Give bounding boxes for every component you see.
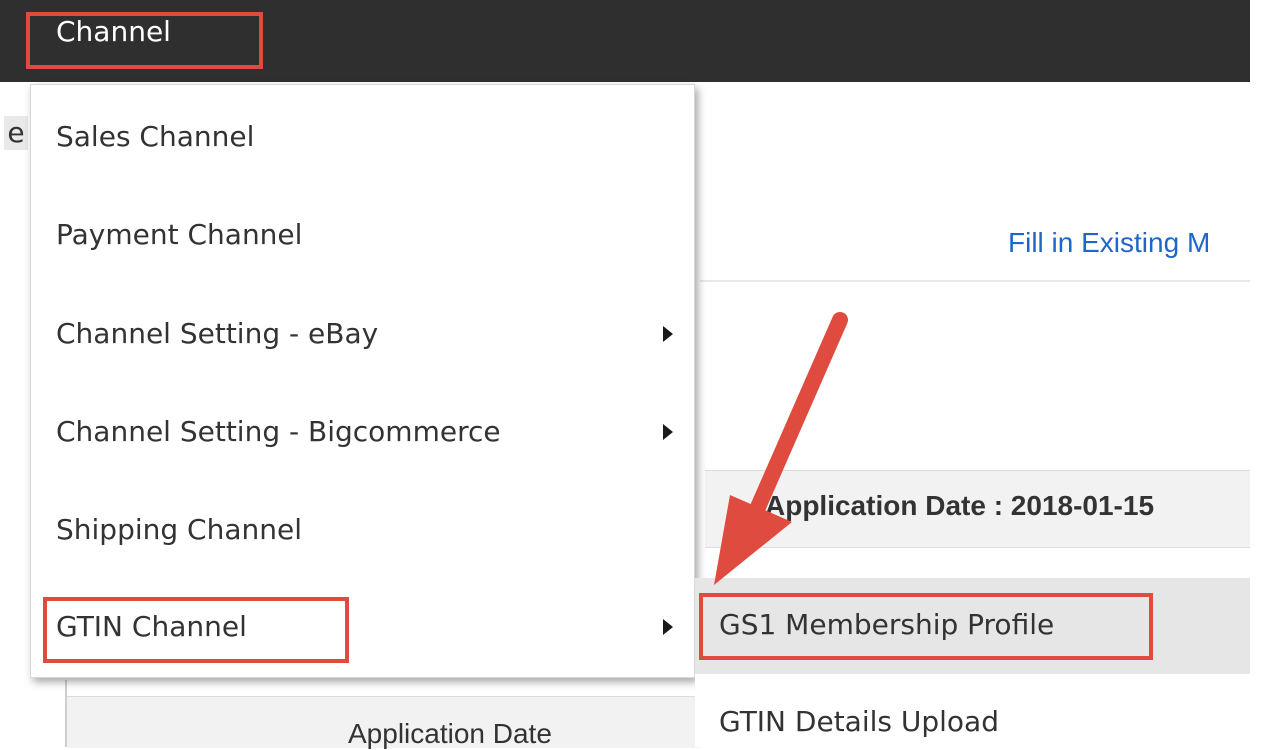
menu-item-channel-setting-ebay[interactable]: Channel Setting - eBay (56, 314, 378, 354)
annotation-arrow-icon (714, 312, 848, 585)
menu-item-sales-channel[interactable]: Sales Channel (56, 117, 254, 157)
submenu-item-gtin-details-upload[interactable]: GTIN Details Upload (719, 705, 999, 738)
divider (700, 280, 1250, 282)
menu-item-payment-channel[interactable]: Payment Channel (56, 215, 302, 255)
right-edge (1250, 0, 1265, 747)
channel-dropdown-menu: Sales Channel Payment Channel Channel Se… (30, 84, 695, 678)
fill-existing-link[interactable]: Fill in Existing M (1008, 227, 1210, 259)
submenu-arrow-icon (663, 424, 673, 440)
menu-item-channel-setting-bigcommerce[interactable]: Channel Setting - Bigcommerce (56, 412, 501, 452)
submenu-arrow-icon (663, 326, 673, 342)
highlight-box-channel (26, 12, 263, 69)
page-fragment-text: e (4, 116, 28, 150)
submenu-arrow-icon (663, 619, 673, 635)
table-header-application-date: Application Date (348, 718, 552, 749)
highlight-box-gs1 (699, 593, 1153, 660)
menu-item-shipping-channel[interactable]: Shipping Channel (56, 510, 302, 550)
highlight-box-gtin-channel (43, 597, 349, 663)
